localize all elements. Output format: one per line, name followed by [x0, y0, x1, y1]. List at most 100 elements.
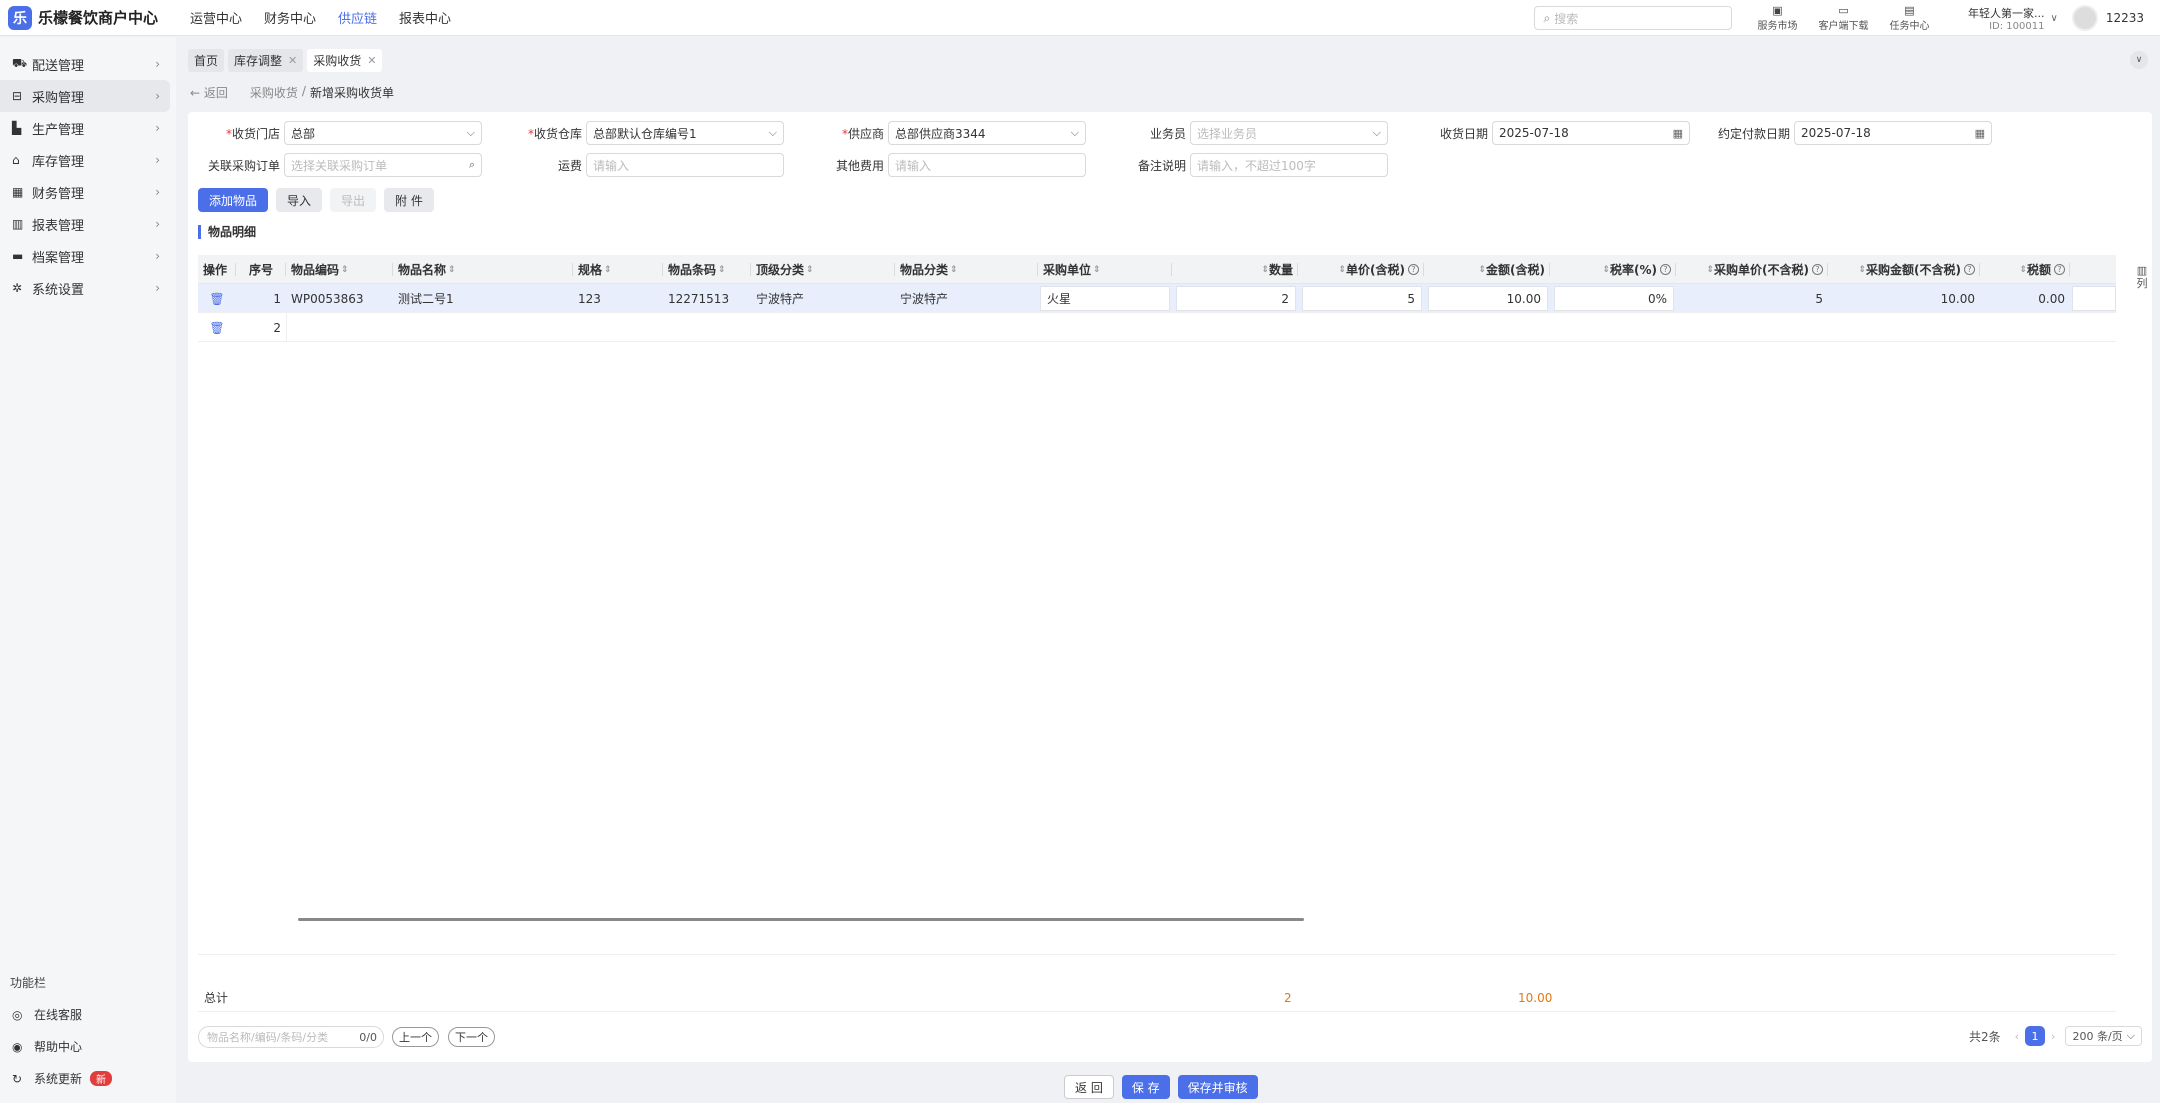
freight-input[interactable]: 请输入	[586, 153, 784, 177]
unit-select[interactable]: 火星	[1040, 286, 1170, 311]
col-net-price[interactable]: ⇕ 采购单价(不含税)?	[1676, 255, 1828, 284]
download-icon: ▭	[1838, 3, 1849, 17]
clipboard-icon: ▤	[1904, 3, 1915, 17]
chevron-right-icon: ›	[155, 57, 160, 71]
sidebar-item-delivery[interactable]: ⛟ 配送管理 ›	[0, 48, 170, 80]
find-prev-button[interactable]: 上一个	[392, 1027, 439, 1047]
chevron-left-icon[interactable]: ‹	[2015, 1030, 2019, 1043]
footer-actions: 返 回 保 存 保存并审核	[1064, 1075, 1266, 1099]
add-item-button[interactable]: 添加物品	[198, 188, 269, 212]
salesman-select[interactable]: 选择业务员 ⌵	[1190, 121, 1388, 145]
client-download-button[interactable]: ▭ 客户端下载	[1810, 3, 1876, 32]
col-spec[interactable]: 规格 ⇕	[573, 255, 663, 284]
col-name[interactable]: 物品名称 ⇕	[393, 255, 573, 284]
qty-input[interactable]: 2	[1176, 286, 1296, 311]
delete-row-button[interactable]: 🗑	[198, 284, 236, 313]
help-center-item[interactable]: ◉ 帮助中心	[12, 1038, 82, 1055]
sidebar-item-finance[interactable]: ▦ 财务管理 ›	[0, 176, 170, 208]
back-link[interactable]: ← 返回	[190, 84, 228, 101]
col-qty[interactable]: ⇕ 数量	[1172, 255, 1298, 284]
cell-tax: 0.00	[2038, 291, 2065, 306]
col-barcode[interactable]: 物品条码 ⇕	[663, 255, 751, 284]
pagination: 共2条 ‹ 1 › 200 条/页 ⌵	[1969, 1026, 2142, 1046]
sidebar-item-purchase[interactable]: ⊟ 采购管理 ›	[0, 80, 170, 112]
nav-operations[interactable]: 运营中心	[190, 8, 242, 27]
service-market-button[interactable]: ▣ 服务市场	[1744, 3, 1810, 32]
close-icon[interactable]: ✕	[288, 54, 297, 67]
chevron-down-icon[interactable]: ∨	[2050, 13, 2057, 24]
top-bar: 乐 乐檬餐饮商户中心 运营中心 财务中心 供应链 报表中心 ⌕ 搜索 ▣ 服务市…	[0, 0, 2160, 36]
back-button[interactable]: 返 回	[1064, 1075, 1114, 1099]
col-tax[interactable]: ⇕ 税额?	[1980, 255, 2070, 284]
cell-name: 测试二号1	[398, 292, 454, 306]
store-select[interactable]: 总部 ⌵	[284, 121, 482, 145]
amount-input[interactable]: 10.00	[1428, 286, 1548, 311]
search-input[interactable]: ⌕ 搜索	[1534, 6, 1733, 30]
delete-row-button[interactable]: 🗑	[198, 313, 236, 342]
nav-finance[interactable]: 财务中心	[264, 8, 316, 27]
sort-icon: ⇕	[1706, 264, 1715, 275]
breadcrumb-parent[interactable]: 采购收货	[250, 84, 298, 101]
order-select[interactable]: 选择关联采购订单 ⌕	[284, 153, 482, 177]
date-picker[interactable]: 2025-07-18 ▦	[1492, 121, 1690, 145]
save-button[interactable]: 保 存	[1121, 1075, 1170, 1099]
pay-date-picker[interactable]: 2025-07-18 ▦	[1794, 121, 1992, 145]
total-count: 共2条	[1969, 1029, 2001, 1044]
col-net-amount[interactable]: ⇕ 采购金额(不含税)?	[1828, 255, 1980, 284]
warehouse-select[interactable]: 总部默认仓库编号1 ⌵	[586, 121, 784, 145]
column-settings-button[interactable]: ▥ 列	[2136, 264, 2148, 290]
help-icon: ?	[1812, 264, 1823, 275]
tab-purchase-receipt[interactable]: 采购收货 ✕	[307, 49, 383, 72]
other-fee-input[interactable]: 请输入	[888, 153, 1086, 177]
col-category[interactable]: 物品分类 ⇕	[895, 255, 1038, 284]
attachment-button[interactable]: 附 件	[384, 188, 434, 212]
nav-supply-chain[interactable]: 供应链	[338, 8, 377, 27]
col-code[interactable]: 物品编码 ⇕	[286, 255, 393, 284]
page-size-select[interactable]: 200 条/页 ⌵	[2065, 1026, 2142, 1046]
tab-home[interactable]: 首页	[188, 49, 225, 72]
trash-icon: 🗑	[209, 320, 225, 335]
user-menu[interactable]: 12233	[2071, 5, 2144, 31]
task-center-button[interactable]: ▤ 任务中心	[1876, 3, 1942, 32]
close-icon[interactable]: ✕	[367, 54, 376, 67]
chevron-down-icon[interactable]: ∨	[2130, 51, 2148, 69]
col-top-category[interactable]: 顶级分类 ⇕	[751, 255, 895, 284]
extra-cell[interactable]	[2072, 286, 2116, 311]
app-title: 乐檬餐饮商户中心	[38, 9, 159, 27]
online-support-item[interactable]: ◎ 在线客服	[12, 1006, 82, 1023]
horizontal-scrollbar[interactable]	[298, 918, 1304, 921]
find-next-button[interactable]: 下一个	[448, 1027, 495, 1047]
tab-inventory-adjust[interactable]: 库存调整 ✕	[228, 49, 304, 72]
store-switcher[interactable]: 年轻人第一家... ID: 100011	[1952, 5, 2045, 32]
find-item-input[interactable]: 物品名称/编码/条码/分类 0/0	[198, 1026, 384, 1048]
sort-icon: ⇕	[604, 264, 612, 275]
sidebar-item-settings[interactable]: ✲ 系统设置 ›	[0, 272, 170, 304]
bag-icon: ▣	[1772, 3, 1783, 17]
col-tax-rate[interactable]: ⇕ 税率(%)?	[1550, 255, 1676, 284]
logo[interactable]: 乐 乐檬餐饮商户中心	[0, 5, 190, 30]
page-number[interactable]: 1	[2025, 1026, 2046, 1046]
sidebar-item-reports[interactable]: ▥ 报表管理 ›	[0, 208, 170, 240]
chevron-right-icon: ›	[155, 217, 160, 231]
sidebar-item-label: 档案管理	[32, 250, 85, 266]
import-button[interactable]: 导入	[276, 188, 323, 212]
sidebar-item-inventory[interactable]: ⌂ 库存管理 ›	[0, 144, 170, 176]
system-update-item[interactable]: ↻ 系统更新新	[12, 1070, 113, 1087]
cell-spec: 123	[578, 291, 601, 306]
chevron-right-icon[interactable]: ›	[2051, 1030, 2055, 1043]
price-input[interactable]: 5	[1302, 286, 1422, 311]
sidebar-item-production[interactable]: ▙ 生产管理 ›	[0, 112, 170, 144]
tax-rate-input[interactable]: 0%	[1554, 286, 1674, 311]
save-and-audit-button[interactable]: 保存并审核	[1177, 1075, 1258, 1099]
col-amount[interactable]: ⇕ 金额(含税)	[1424, 255, 1550, 284]
remark-input[interactable]: 请输入，不超过100字	[1190, 153, 1388, 177]
top-nav: 运营中心 财务中心 供应链 报表中心	[190, 8, 473, 27]
nav-reports[interactable]: 报表中心	[399, 8, 451, 27]
sidebar-item-archives[interactable]: ▬ 档案管理 ›	[0, 240, 170, 272]
col-seq: 序号	[236, 255, 286, 284]
calendar-icon: ▦	[1672, 126, 1683, 140]
col-price[interactable]: ⇕ 单价(含税)?	[1298, 255, 1424, 284]
factory-icon: ▙	[12, 121, 22, 135]
supplier-select[interactable]: 总部供应商3344 ⌵	[888, 121, 1086, 145]
col-unit[interactable]: 采购单位 ⇕	[1038, 255, 1172, 284]
